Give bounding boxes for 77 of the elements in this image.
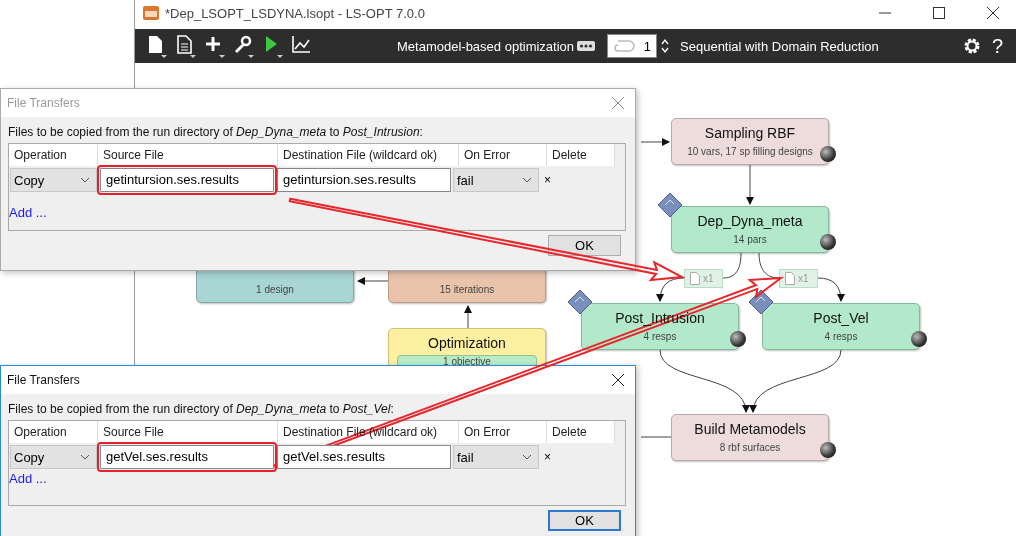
diamond-icon [748,289,774,315]
connector [640,436,672,438]
chevron-icon [80,454,90,460]
wrench-icon[interactable] [232,33,256,59]
window-title: *Dep_LSOPT_LSDYNA.lsopt - LS-OPT 7.0.0 [165,5,426,21]
document-icon[interactable] [174,33,198,59]
flow-node[interactable]: Sampling RBF 10 vars, 17 sp filling designs [671,118,829,165]
chevron-icon [80,177,90,183]
column-header: Delete [547,144,615,166]
flow-node[interactable]: Build Metamodels 8 rbf surfaces [671,414,829,461]
file-icon [785,272,795,285]
diamond-icon [567,289,593,315]
operation-dropdown[interactable]: Copy [10,445,97,469]
destination-field[interactable]: getintursion.ses.results [277,168,451,192]
loop-icon [613,38,636,54]
node-subtitle: 10 vars, 17 sp filling designs [687,146,813,157]
spin-arrows-icon[interactable] [660,37,671,55]
status-ball-icon [730,331,746,347]
delete-button[interactable]: × [544,450,551,464]
on-error-dropdown[interactable]: fail [453,168,539,192]
app-logo-icon [143,6,159,20]
add-link[interactable]: Add ... [9,205,47,220]
dialog-title: File Transfers [7,373,80,387]
status-ball-icon [820,146,836,162]
connector [722,252,742,279]
chevron-icon [522,454,532,460]
column-header: On Error [459,144,547,166]
strategy-label: Sequential with Domain Reduction [680,38,879,54]
destination-field[interactable]: getVel.ses.results [277,445,451,469]
source-field[interactable]: getintursion.ses.results [100,168,274,192]
connector [640,138,670,146]
add-link[interactable]: Add ... [9,471,47,486]
iterations-spinbox[interactable]: 1 [607,34,658,58]
diamond-icon [657,192,683,218]
mode-label: Metamodel-based optimization [397,38,575,54]
node-subtitle: 4 resps [824,331,858,342]
connector [464,305,472,329]
delete-button[interactable]: × [544,173,551,187]
on-error-dropdown[interactable]: fail [453,445,539,469]
dialog-message: Files to be copied from the run directory of Dep_Dyna_meta to Post_Intrusion: [8,125,424,139]
connector [746,163,754,205]
more-icon[interactable] [577,41,596,51]
dialog-title: File Transfers [7,96,80,110]
node-subtitle: 14 pars [733,234,767,245]
column-header: On Error [459,421,547,443]
status-ball-icon [911,331,927,347]
node-title: Post_Vel [813,310,869,326]
operation-dropdown[interactable]: Copy [10,168,97,192]
maximize-icon[interactable] [932,6,946,20]
close-icon[interactable] [986,6,1000,20]
connector [817,277,845,302]
node-title: Build Metamodels [694,421,806,437]
connector [656,277,685,302]
node-subtitle: 8 rbf surfaces [719,442,781,453]
dialog-message: Files to be copied from the run directory of Dep_Dyna_meta to Post_Vel: [8,402,395,416]
node-title: Sampling RBF [704,125,796,141]
connector [357,277,389,285]
column-header: Operation [9,144,98,166]
help-button[interactable]: ? [991,34,1003,58]
file-icon [690,272,700,285]
close-icon[interactable] [611,373,625,387]
ok-button[interactable]: OK [548,235,621,256]
column-header: Operation [9,421,98,443]
flow-node[interactable]: Dep_Dyna_meta 14 pars [671,206,829,253]
node-subtitle: 15 iterations [439,284,495,295]
column-header: Destination File (wildcard ok) [278,144,459,166]
column-header: Delete [547,421,615,443]
status-ball-icon [820,234,836,250]
status-ball-icon [820,442,836,458]
node-title: Dep_Dyna_meta [697,213,803,229]
node-subtitle: 1 design [256,284,294,295]
node-title: Optimization [428,335,506,351]
source-field[interactable]: getVel.ses.results [100,445,274,469]
ok-button[interactable]: OK [548,510,621,531]
node-subtitle: 4 resps [643,331,677,342]
chevron-icon [522,177,532,183]
flow-node[interactable]: Post_Vel 4 resps [762,303,920,350]
